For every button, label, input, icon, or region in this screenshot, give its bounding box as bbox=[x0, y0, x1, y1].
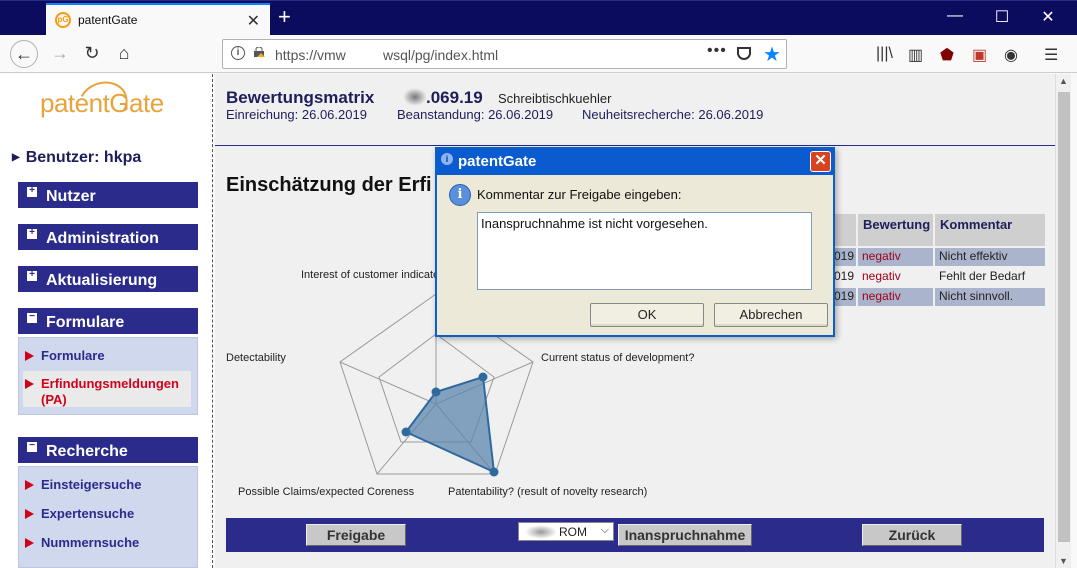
radar-point bbox=[489, 467, 499, 477]
arrow-right-icon bbox=[25, 480, 34, 490]
case-name: Schreibtischkuehler bbox=[498, 91, 612, 106]
case-number: .069.19 bbox=[426, 88, 483, 107]
radar-point bbox=[478, 372, 488, 382]
table-cell-bewertung: negativ bbox=[858, 248, 933, 266]
lock-warning-icon bbox=[254, 47, 265, 57]
home-icon[interactable]: ⌂ bbox=[110, 40, 138, 68]
arrow-right-icon bbox=[25, 379, 34, 389]
comment-textarea[interactable]: Inanspruchnahme ist nicht vorgesehen. bbox=[477, 212, 812, 290]
scrollbar-thumb[interactable] bbox=[1058, 92, 1070, 542]
table-cell-bewertung: negativ bbox=[858, 288, 933, 306]
url-text-suffix: wsql/pg/index.html bbox=[383, 47, 499, 63]
radar-label-top: Interest of customer indicate bbox=[301, 269, 440, 281]
freigabe-comment-dialog: i patentGate ✕ i Kommentar zur Freigabe … bbox=[435, 147, 835, 337]
radar-data-area bbox=[404, 375, 496, 474]
url-text-prefix: https://vmw bbox=[275, 47, 346, 63]
browser-tab[interactable]: pG patentGate ✕ bbox=[46, 3, 270, 36]
collapse-icon: − bbox=[27, 312, 37, 323]
arrow-right-icon bbox=[25, 538, 34, 548]
page-actions-icon[interactable]: ••• bbox=[707, 42, 727, 60]
radar-axis bbox=[339, 361, 437, 405]
tab-close-icon[interactable]: ✕ bbox=[247, 11, 260, 31]
action-bar: Freigabe ROM ⌵ Inanspruchnahme Zurück bbox=[226, 518, 1044, 552]
back-button-icon[interactable]: ← bbox=[10, 40, 38, 68]
radar-label-right: Current status of development? bbox=[541, 352, 695, 364]
arrow-right-icon bbox=[25, 351, 34, 361]
page-title: Bewertungsmatrix bbox=[226, 88, 375, 107]
info-icon: i bbox=[449, 184, 471, 206]
sidebar-section-aktualisierung[interactable]: + Aktualisierung bbox=[18, 266, 198, 292]
tab-title: patentGate bbox=[78, 13, 138, 27]
scroll-up-icon[interactable]: ▲ bbox=[1059, 76, 1068, 86]
header-divider bbox=[215, 145, 1055, 146]
dialog-title: patentGate bbox=[458, 153, 537, 170]
sidebar: patentGate ▶ Benutzer: hkpa + Nutzer + Ad… bbox=[0, 74, 213, 568]
collapse-icon: − bbox=[27, 441, 37, 452]
main-scrollbar[interactable]: ▲ ▼ bbox=[1055, 74, 1071, 568]
rom-select[interactable]: ROM ⌵ bbox=[518, 522, 614, 541]
library-icon[interactable]: |||\ bbox=[876, 45, 893, 63]
expand-icon: + bbox=[27, 228, 37, 239]
tab-bar: pG patentGate ✕ + — ☐ ✕ bbox=[0, 0, 1077, 36]
patentgate-logo: patentGate bbox=[40, 74, 166, 132]
account-icon[interactable]: ◉ bbox=[1004, 45, 1018, 65]
abbrechen-button[interactable]: Abbrechen bbox=[714, 303, 828, 327]
radar-point bbox=[431, 387, 441, 397]
new-tab-icon[interactable]: + bbox=[278, 5, 291, 29]
section-heading: Einschätzung der Erfi bbox=[226, 174, 432, 196]
sidebar-toggle-icon[interactable]: ▥ bbox=[908, 45, 923, 65]
chevron-down-icon: ⌵ bbox=[600, 524, 609, 536]
bookmark-star-icon[interactable]: ★ bbox=[763, 42, 781, 67]
site-info-icon[interactable]: i bbox=[231, 46, 245, 60]
neuheitsrecherche-date: Neuheitsrecherche: 26.06.2019 bbox=[582, 107, 764, 122]
expand-icon: + bbox=[27, 186, 37, 197]
freigabe-button[interactable]: Freigabe bbox=[306, 524, 406, 546]
forward-button-icon[interactable]: → bbox=[46, 40, 74, 68]
table-cell-kommentar: Nicht sinnvoll. bbox=[935, 288, 1045, 306]
radar-label-bottom-left: Possible Claims/expected Coreness bbox=[238, 486, 415, 498]
redacted-number bbox=[403, 88, 427, 106]
sidebar-section-nutzer[interactable]: + Nutzer bbox=[18, 182, 198, 208]
radar-label-bottom-right: Patentability? (result of novelty resear… bbox=[448, 486, 648, 498]
table-cell-bewertung: negativ bbox=[862, 269, 901, 283]
ok-button[interactable]: OK bbox=[590, 303, 704, 327]
arrow-right-icon bbox=[25, 509, 34, 519]
url-bar[interactable]: i https://vmw wsql/pg/index.html ••• ★ bbox=[222, 39, 787, 69]
radar-label-left: Detectability bbox=[226, 352, 286, 364]
navigation-bar: ← → ↻ ⌂ i https://vmw wsql/pg/index.html… bbox=[0, 35, 1077, 73]
dialog-titlebar[interactable]: i patentGate ✕ bbox=[437, 149, 833, 175]
recherche-panel: Einsteigersuche Expertensuche Nummernsuc… bbox=[18, 466, 198, 568]
redacted-text bbox=[525, 525, 557, 539]
table-header-kommentar: Kommentar bbox=[935, 214, 1045, 246]
table-cell-kommentar: Nicht effektiv bbox=[935, 248, 1045, 266]
scroll-down-icon[interactable]: ▼ bbox=[1059, 556, 1068, 566]
sidebar-section-formulare[interactable]: − Formulare bbox=[18, 308, 198, 334]
patentgate-favicon-icon: pG bbox=[55, 12, 71, 28]
reload-icon[interactable]: ↻ bbox=[78, 40, 106, 68]
ublock-icon[interactable]: ⬟ bbox=[940, 45, 954, 65]
window-close-icon[interactable]: ✕ bbox=[1028, 7, 1068, 27]
dialog-close-icon[interactable]: ✕ bbox=[810, 151, 831, 172]
expand-icon: + bbox=[27, 270, 37, 281]
sidebar-section-administration[interactable]: + Administration bbox=[18, 224, 198, 250]
beanstandung-date: Beanstandung: 26.06.2019 bbox=[397, 107, 554, 122]
table-cell-kommentar: Fehlt der Bedarf bbox=[939, 269, 1026, 283]
info-icon: i bbox=[441, 153, 453, 165]
sidebar-section-recherche[interactable]: − Recherche bbox=[18, 437, 198, 463]
radar-point bbox=[401, 427, 411, 437]
table-header-bewertung: Bewertung bbox=[858, 214, 933, 246]
inanspruchnahme-button[interactable]: Inanspruchnahme bbox=[618, 524, 752, 546]
maximize-icon[interactable]: ☐ bbox=[982, 7, 1022, 27]
minimize-icon[interactable]: — bbox=[935, 7, 975, 25]
einreichung-date: Einreichung: 26.06.2019 bbox=[226, 107, 367, 122]
pocket-icon[interactable] bbox=[737, 47, 751, 60]
zurueck-button[interactable]: Zurück bbox=[862, 524, 962, 546]
extension-icon[interactable]: ▣ bbox=[972, 45, 987, 65]
dialog-prompt: Kommentar zur Freigabe eingeben: bbox=[477, 187, 682, 202]
user-label: ▶ Benutzer: hkpa bbox=[12, 149, 142, 166]
formulare-panel: Formulare Erfindungsmeldungen (PA) bbox=[18, 337, 198, 415]
menu-icon[interactable]: ☰ bbox=[1044, 45, 1058, 65]
